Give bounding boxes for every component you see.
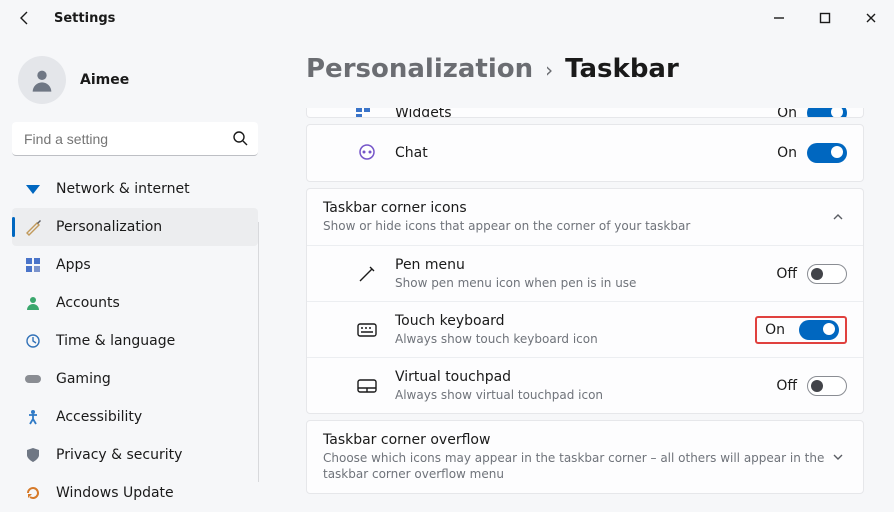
sidebar-item-personalization[interactable]: Personalization: [12, 208, 258, 246]
row-virtual-touchpad[interactable]: Virtual touchpad Always show virtual tou…: [307, 357, 863, 413]
page-title: Taskbar: [565, 54, 679, 84]
sidebar-item-label: Network & internet: [56, 181, 190, 197]
touch-keyboard-toggle[interactable]: [799, 320, 839, 340]
chat-toggle[interactable]: [807, 143, 847, 163]
group-title: Taskbar corner icons: [323, 199, 829, 218]
breadcrumb-parent[interactable]: Personalization: [306, 54, 533, 84]
user-name: Aimee: [80, 72, 129, 88]
touchpad-icon: [355, 379, 379, 393]
group-header-corner-icons[interactable]: Taskbar corner icons Show or hide icons …: [307, 189, 863, 245]
group-desc: Show or hide icons that appear on the co…: [323, 218, 829, 234]
keyboard-icon: [355, 323, 379, 337]
sidebar-item-apps[interactable]: Apps: [12, 246, 258, 284]
chevron-down-icon: [829, 450, 847, 464]
pen-icon: [355, 265, 379, 283]
group-title: Taskbar corner overflow: [323, 431, 829, 450]
row-desc: Always show virtual touchpad icon: [395, 387, 776, 403]
row-title: Widgets: [395, 108, 452, 118]
breadcrumb: Personalization › Taskbar: [306, 54, 864, 84]
accessibility-icon: [24, 408, 42, 426]
group-desc: Choose which icons may appear in the tas…: [323, 450, 829, 482]
toggle-state: On: [777, 108, 797, 118]
app-title: Settings: [40, 11, 115, 26]
search-icon: [232, 130, 248, 146]
highlight-box: On: [755, 316, 847, 344]
row-title: Pen menu: [395, 256, 776, 275]
titlebar: Settings: [0, 0, 894, 36]
main-content: Personalization › Taskbar Widgets On Cha…: [270, 36, 894, 507]
toggle-state: On: [777, 145, 797, 161]
sidebar-item-label: Privacy & security: [56, 447, 182, 463]
row-title: Touch keyboard: [395, 312, 755, 331]
row-widgets[interactable]: Widgets On: [306, 108, 864, 118]
sidebar-item-label: Accessibility: [56, 409, 142, 425]
row-desc: Always show touch keyboard icon: [395, 331, 755, 347]
nav: Network & internet Personalization Apps: [12, 170, 258, 512]
person-icon: [24, 294, 42, 312]
row-title: Chat: [395, 144, 777, 163]
toggle-state: Off: [776, 378, 797, 394]
sidebar-item-time-language[interactable]: Time & language: [12, 322, 258, 360]
pen-toggle[interactable]: [807, 264, 847, 284]
sidebar-item-label: Gaming: [56, 371, 111, 387]
chat-icon: [355, 144, 379, 162]
globe-clock-icon: [24, 332, 42, 350]
toggle-state: On: [765, 322, 785, 338]
group-corner-icons: Taskbar corner icons Show or hide icons …: [306, 188, 864, 414]
search-box[interactable]: [12, 122, 258, 156]
back-button[interactable]: [10, 3, 40, 33]
group-corner-overflow[interactable]: Taskbar corner overflow Choose which ico…: [306, 420, 864, 493]
sidebar-item-label: Personalization: [56, 219, 162, 235]
shield-icon: [24, 446, 42, 464]
update-icon: [24, 484, 42, 502]
row-title: Virtual touchpad: [395, 368, 776, 387]
apps-icon: [24, 256, 42, 274]
gamepad-icon: [24, 370, 42, 388]
minimize-button[interactable]: [756, 0, 802, 36]
sidebar: Aimee Network & internet: [0, 36, 270, 507]
scrollbar-track[interactable]: [258, 222, 259, 482]
row-desc: Show pen menu icon when pen is in use: [395, 275, 776, 291]
search-input[interactable]: [12, 122, 258, 156]
chevron-right-icon: ›: [545, 58, 553, 82]
sidebar-item-update[interactable]: Windows Update: [12, 474, 258, 512]
virtual-touchpad-toggle[interactable]: [807, 376, 847, 396]
row-touch-keyboard[interactable]: Touch keyboard Always show touch keyboar…: [307, 301, 863, 357]
chevron-up-icon: [829, 210, 847, 224]
row-pen-menu[interactable]: Pen menu Show pen menu icon when pen is …: [307, 245, 863, 301]
sidebar-item-label: Accounts: [56, 295, 120, 311]
sidebar-item-privacy[interactable]: Privacy & security: [12, 436, 258, 474]
widgets-toggle[interactable]: [807, 108, 847, 118]
maximize-button[interactable]: [802, 0, 848, 36]
row-chat[interactable]: Chat On: [306, 124, 864, 182]
sidebar-item-gaming[interactable]: Gaming: [12, 360, 258, 398]
sidebar-item-network[interactable]: Network & internet: [12, 170, 258, 208]
toggle-state: Off: [776, 266, 797, 282]
widgets-icon: [355, 108, 379, 118]
sidebar-item-label: Windows Update: [56, 485, 174, 501]
sidebar-item-accessibility[interactable]: Accessibility: [12, 398, 258, 436]
sidebar-item-label: Time & language: [56, 333, 175, 349]
sidebar-item-accounts[interactable]: Accounts: [12, 284, 258, 322]
close-button[interactable]: [848, 0, 894, 36]
brush-icon: [24, 218, 42, 236]
wifi-icon: [24, 180, 42, 198]
sidebar-item-label: Apps: [56, 257, 91, 273]
profile[interactable]: Aimee: [12, 46, 258, 122]
avatar: [18, 56, 66, 104]
